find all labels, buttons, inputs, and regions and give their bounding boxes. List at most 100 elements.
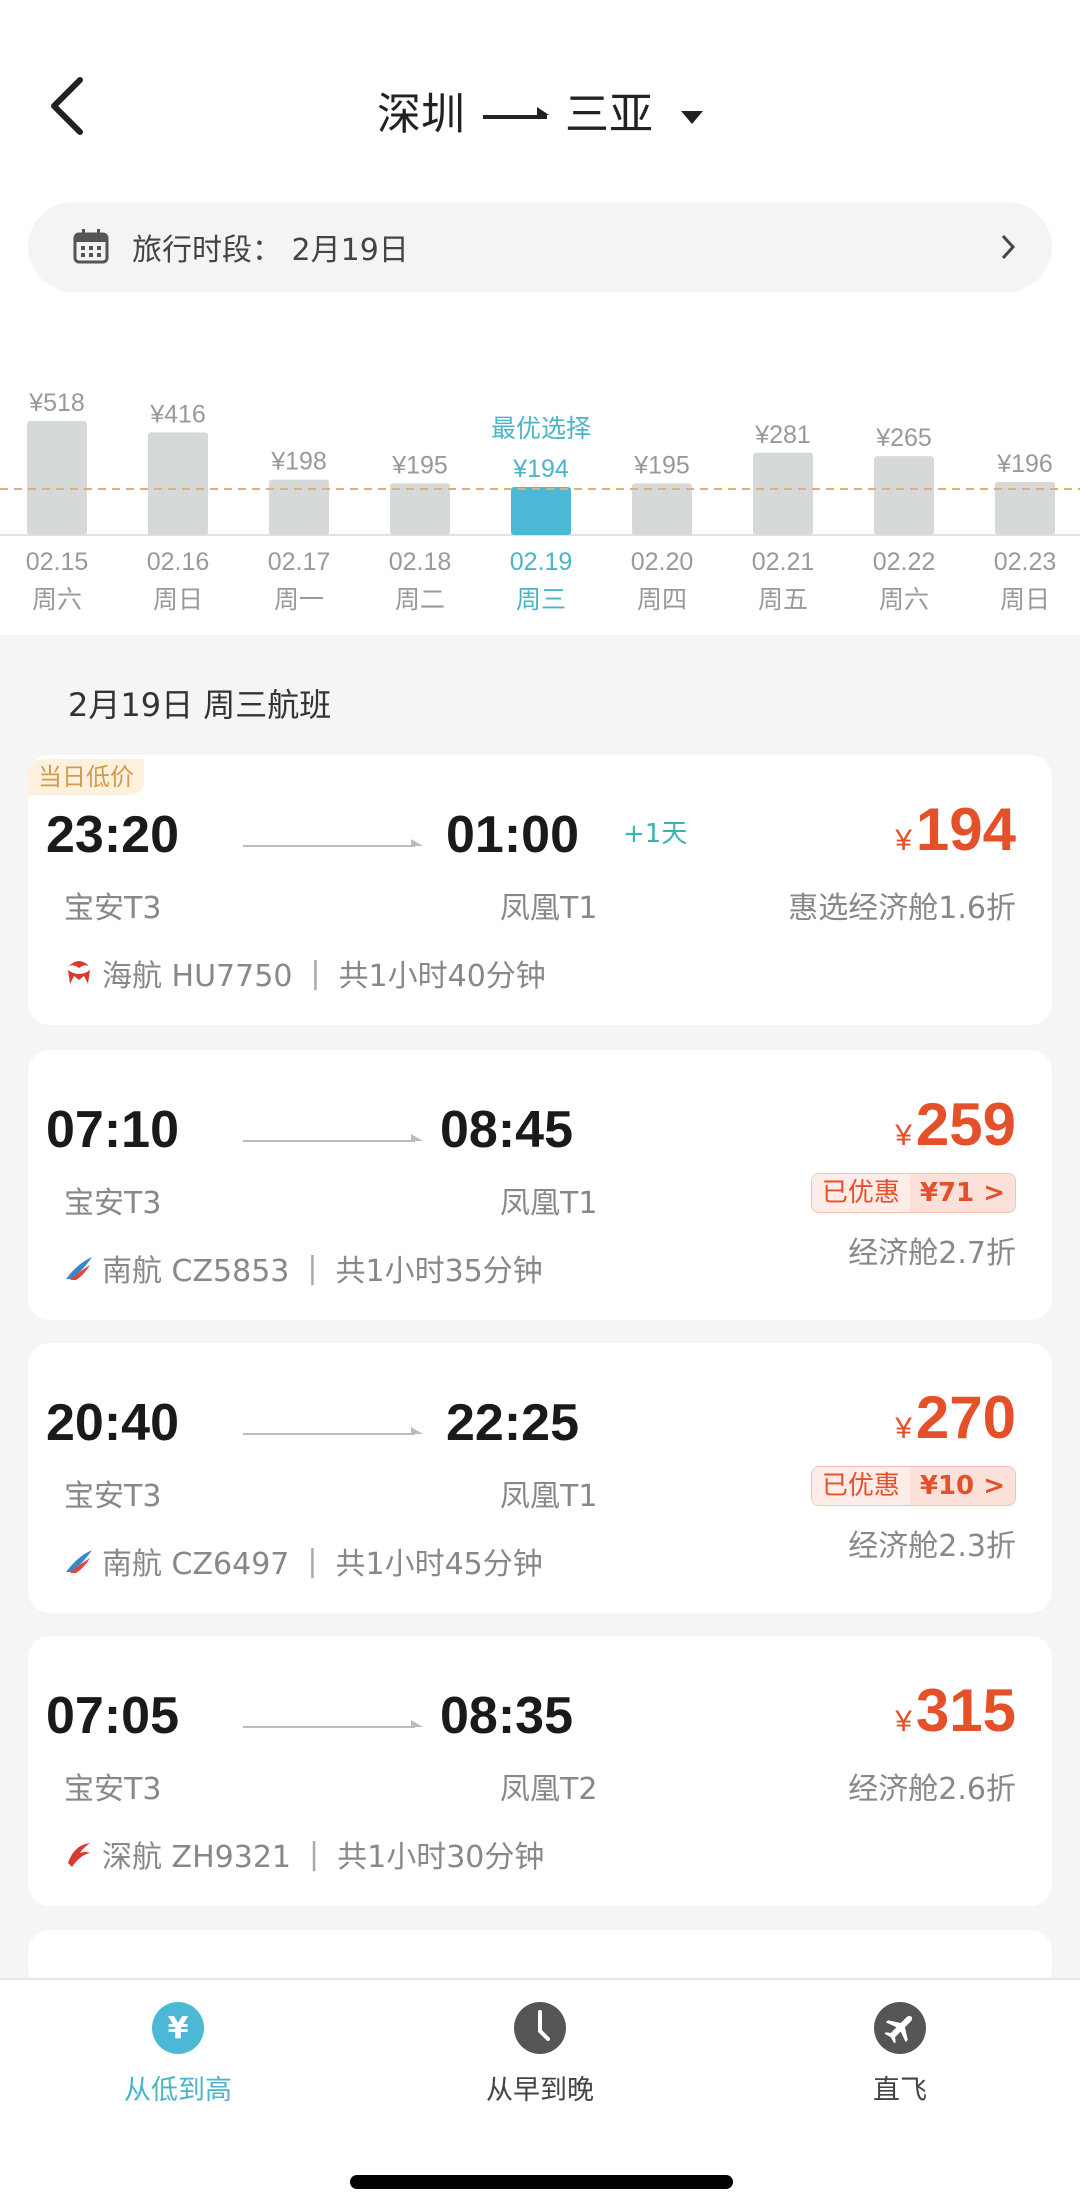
section-title: 2月19日 周三航班 xyxy=(68,686,332,724)
weekday-tick-label: 周三 xyxy=(516,585,566,614)
tab-price-low-to-high[interactable]: ¥ 从低到高 xyxy=(58,2002,298,2107)
date-tick-label: 02.15 xyxy=(26,548,89,576)
price-bar xyxy=(753,452,813,535)
arrival-airport: 凤凰T2 xyxy=(500,1772,598,1807)
travel-date-value: 2月19日 xyxy=(291,233,409,268)
home-indicator[interactable] xyxy=(350,2175,733,2189)
next-day-indicator: +1天 xyxy=(623,819,688,849)
tab-direct-flight[interactable]: 直飞 xyxy=(780,2002,1020,2107)
discount-tag[interactable]: 已优惠 ¥10 > xyxy=(810,1466,1016,1506)
departure-time: 07:05 xyxy=(46,1687,179,1745)
price: ¥315 xyxy=(895,1677,1016,1744)
hainan-airlines-logo-icon xyxy=(68,961,90,984)
price-label: ¥196 xyxy=(996,450,1053,478)
price: ¥270 xyxy=(895,1384,1016,1451)
cabin-discount: 经济舱2.3折 xyxy=(848,1529,1016,1564)
price-bar xyxy=(511,487,571,535)
lowest-price-badge: 当日低价 xyxy=(28,759,144,795)
clock-icon xyxy=(514,2002,566,2054)
price-label: ¥195 xyxy=(633,451,690,479)
cabin-discount: 惠选经济舱1.6折 xyxy=(788,891,1016,926)
china-southern-logo-icon xyxy=(66,1257,92,1280)
departure-time: 23:20 xyxy=(46,806,179,864)
dropdown-caret-icon xyxy=(681,110,703,124)
flight-arrow-icon xyxy=(243,1427,423,1435)
weekday-tick-label: 周二 xyxy=(395,585,445,614)
chevron-right-icon: > xyxy=(983,1178,1005,1208)
china-southern-logo-icon xyxy=(66,1550,92,1573)
price-label: ¥281 xyxy=(754,421,811,449)
travel-date-bar[interactable]: 旅行时段： 2月19日 xyxy=(28,202,1052,292)
flight-duration: 共1小时30分钟 xyxy=(337,1840,545,1875)
weekday-tick-label: 周五 xyxy=(758,585,808,614)
departure-time: 07:10 xyxy=(46,1101,179,1159)
flight-card[interactable]: 20:40 22:25 宝安T3 凤凰T1 南航 CZ6497 | 共1小时45分钟 … xyxy=(28,1343,1052,1613)
weekday-tick-label: 周四 xyxy=(637,585,687,614)
date-tick-label: 02.20 xyxy=(631,548,694,576)
price-bar xyxy=(632,483,692,535)
airline-info: 深航 ZH9321 | 共1小时30分钟 xyxy=(64,1832,544,1876)
chevron-right-icon: > xyxy=(983,1471,1005,1501)
flight-card[interactable]: 07:05 08:35 宝安T3 凤凰T2 深航 ZH9321 | 共1小时30分钟 … xyxy=(28,1636,1052,1906)
flight-duration: 共1小时40分钟 xyxy=(338,959,546,994)
departure-airport: 宝安T3 xyxy=(64,1479,162,1514)
discount-tag[interactable]: 已优惠 ¥71 > xyxy=(810,1173,1016,1213)
departure-time: 20:40 xyxy=(46,1394,179,1452)
arrival-time: 08:35 xyxy=(440,1687,573,1745)
arrival-airport: 凤凰T1 xyxy=(500,1186,598,1221)
tab-early-to-late[interactable]: 从早到晚 xyxy=(420,2002,660,2107)
arrival-airport: 凤凰T1 xyxy=(500,891,598,926)
flight-card[interactable]: 07:10 08:45 宝安T3 凤凰T1 南航 CZ5853 | 共1小时35分钟 … xyxy=(28,1050,1052,1320)
departure-airport: 宝安T3 xyxy=(64,1186,162,1221)
arrival-time: 01:00 xyxy=(446,806,579,864)
price-label: ¥198 xyxy=(270,448,327,476)
price-label: ¥195 xyxy=(391,451,448,479)
date-tick-label: 02.18 xyxy=(389,548,452,576)
calendar-icon xyxy=(73,229,109,264)
tab-label: 从低到高 xyxy=(124,2075,232,2106)
airline-flight-number: 深航 ZH9321 xyxy=(102,1840,291,1875)
airline-info: 海航 HU7750 | 共1小时40分钟 xyxy=(64,951,546,995)
date-tick-label: 02.23 xyxy=(994,548,1057,576)
cabin-discount: 经济舱2.6折 xyxy=(848,1772,1016,1807)
price-label: ¥518 xyxy=(28,389,85,417)
airline-flight-number: 南航 CZ5853 xyxy=(102,1254,290,1289)
departure-airport: 宝安T3 xyxy=(64,1772,162,1807)
date-tick-label: 02.19 xyxy=(510,548,573,576)
plane-icon xyxy=(874,2002,926,2054)
date-tick-label: 02.16 xyxy=(147,548,210,576)
price-label: ¥265 xyxy=(875,424,932,452)
date-tick-label: 02.17 xyxy=(268,548,331,576)
date-tick-label: 02.22 xyxy=(873,548,936,576)
shenzhen-airlines-logo-icon xyxy=(68,1843,90,1867)
flight-arrow-icon xyxy=(243,1134,423,1142)
route-title[interactable]: 深圳 三亚 xyxy=(0,78,1080,142)
arrival-time: 08:45 xyxy=(440,1101,573,1159)
chevron-right-icon xyxy=(1001,234,1016,260)
flight-arrow-icon xyxy=(243,1720,423,1728)
travel-date-label: 旅行时段： 2月19日 xyxy=(132,233,409,268)
arrival-time: 22:25 xyxy=(446,1394,579,1452)
destination-city: 三亚 xyxy=(565,89,653,140)
price: ¥194 xyxy=(895,796,1016,863)
weekday-tick-label: 周六 xyxy=(32,585,82,614)
best-choice-label: 最优选择 xyxy=(491,414,591,443)
price: ¥259 xyxy=(895,1091,1016,1158)
price-calendar-chart: ¥518 02.15 周六 ¥416 02.16 周日 ¥198 02.17 周一 ¥195 02.… xyxy=(0,389,1080,614)
tab-label: 从早到晚 xyxy=(486,2075,594,2106)
origin-city: 深圳 xyxy=(377,89,465,140)
price-bar xyxy=(874,456,934,535)
price-label: ¥194 xyxy=(512,455,569,483)
flight-arrow-icon xyxy=(243,839,423,847)
weekday-tick-label: 周日 xyxy=(153,585,203,614)
price-label: ¥416 xyxy=(149,400,206,428)
yuan-icon: ¥ xyxy=(152,2002,204,2054)
departure-airport: 宝安T3 xyxy=(64,891,162,926)
price-bar xyxy=(390,483,450,535)
flight-duration: 共1小时35分钟 xyxy=(335,1254,543,1289)
arrival-airport: 凤凰T1 xyxy=(500,1479,598,1514)
weekday-tick-label: 周一 xyxy=(274,585,324,614)
airline-flight-number: 海航 HU7750 xyxy=(102,959,293,994)
weekday-tick-label: 周六 xyxy=(879,585,929,614)
flight-card[interactable]: 当日低价 23:20 01:00 +1天宝安T3 凤凰T1 海航 HU7750 | 共1… xyxy=(28,755,1052,1025)
